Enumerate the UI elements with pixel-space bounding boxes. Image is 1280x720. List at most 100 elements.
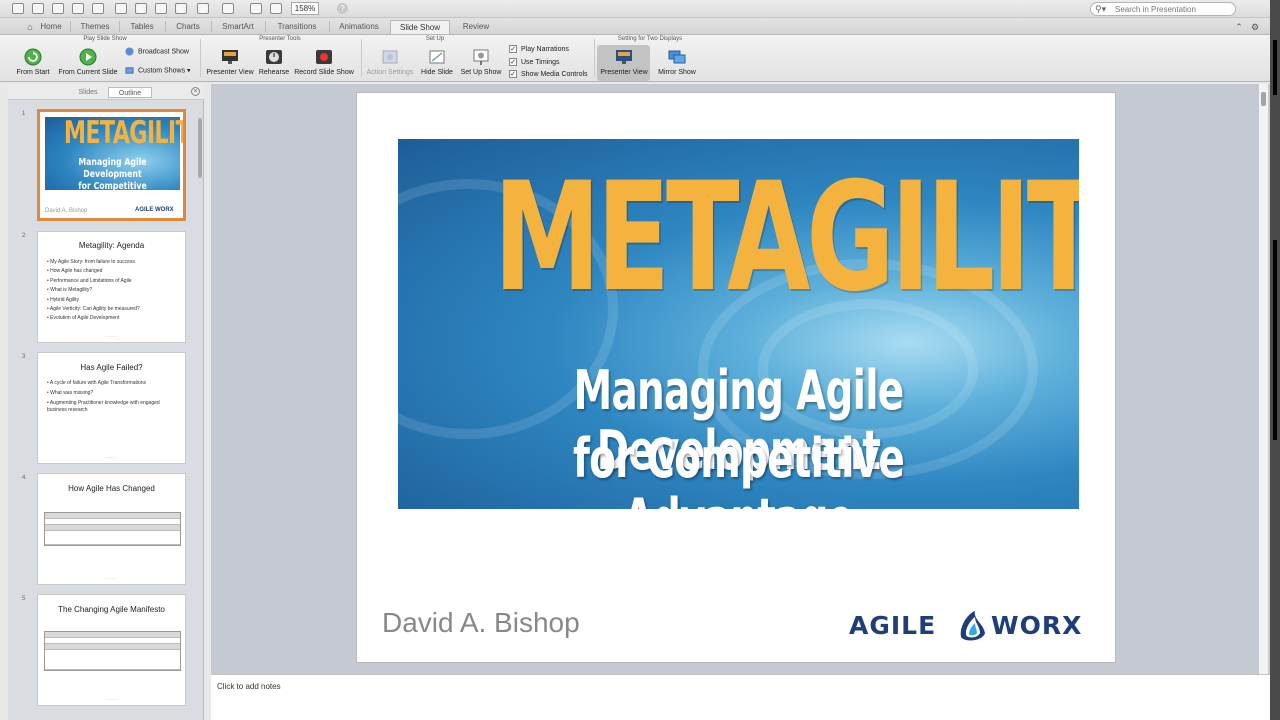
save-icon[interactable] — [72, 3, 84, 14]
sidebar-icon[interactable] — [270, 3, 282, 14]
record-icon — [316, 50, 332, 64]
undo-icon[interactable] — [197, 3, 209, 14]
panel-scrollbar[interactable] — [198, 118, 202, 178]
table-row — [45, 650, 180, 670]
rehearse-label: Rehearse — [258, 69, 290, 76]
mirror-show-button[interactable]: Mirror Show — [655, 48, 699, 76]
title-image[interactable]: METAGILITY Managing Agile Development fo… — [398, 139, 1079, 509]
tab-tables[interactable]: Tables — [124, 20, 160, 34]
slide-number: 1 — [22, 111, 26, 117]
play-narrations-checkbox[interactable]: ✓ Play Narrations — [509, 45, 569, 53]
current-slide[interactable]: METAGILITY Managing Agile Development fo… — [356, 92, 1116, 663]
tab-divider — [211, 21, 212, 32]
tab-outline[interactable]: Outline — [108, 87, 152, 98]
custom-shows-label: Custom Shows — [138, 67, 186, 75]
tab-themes[interactable]: Themes — [76, 20, 114, 34]
slide-thumbnail-2[interactable]: Metagility: Agenda My Agile Story: from … — [37, 231, 186, 343]
slide-thumbnail-4[interactable]: How Agile Has Changed ———— — [37, 473, 186, 585]
use-timings-checkbox[interactable]: ✓ Use Timings — [509, 58, 560, 66]
presenter-view-label: Presenter View — [206, 69, 254, 76]
group-label-two-displays: Setting for Two Displays — [617, 36, 683, 42]
print-icon[interactable] — [92, 3, 104, 14]
tab-divider — [70, 21, 71, 32]
set-up-show-label: Set Up Show — [460, 69, 502, 76]
tab-animations[interactable]: Animations — [334, 20, 384, 34]
notes-pane[interactable]: Click to add notes — [211, 674, 1270, 720]
presenter-view-button[interactable]: Presenter View — [205, 48, 255, 76]
author-name[interactable]: David A. Bishop — [382, 607, 580, 639]
slide-thumbnail-1[interactable]: METAGILITY Managing Agile Developmentfor… — [37, 109, 186, 221]
zoom-field[interactable]: 158% — [291, 2, 319, 15]
slide-scrollbar[interactable] — [1259, 84, 1268, 674]
group-label-play: Play Slide Show — [83, 36, 127, 42]
tab-slide-show[interactable]: Slide Show — [390, 20, 450, 34]
show-media-controls-checkbox[interactable]: ✓ Show Media Controls — [509, 70, 588, 78]
standard-toolbar: 158% ? ⚲▾ — [0, 0, 1270, 18]
format-painter-icon[interactable] — [175, 3, 187, 14]
thumbnail-title: METAGILITY — [63, 115, 183, 151]
slide-title: METAGILITY — [493, 151, 1079, 325]
search-box[interactable]: ⚲▾ — [1090, 2, 1236, 16]
group-divider — [200, 39, 201, 77]
new-icon[interactable] — [12, 3, 24, 14]
stopwatch-icon — [266, 50, 282, 64]
slide-thumbnail-5[interactable]: The Changing Agile Manifesto ———— — [37, 594, 186, 706]
group-divider — [594, 39, 595, 77]
from-start-button[interactable]: From Start — [15, 48, 51, 76]
slide-subtitle-line2: for Competitive Advantage — [572, 427, 905, 510]
templates-icon[interactable] — [32, 3, 44, 14]
rehearse-button[interactable]: Rehearse — [258, 48, 290, 76]
close-panel-icon[interactable]: × — [191, 87, 200, 96]
group-label-setup: Set Up — [425, 36, 445, 42]
agileworx-logo[interactable]: AGILE WORX — [849, 609, 1096, 645]
from-start-label: From Start — [16, 69, 50, 76]
record-slide-show-label: Record Slide Show — [294, 69, 354, 76]
edge-bar — [1273, 40, 1277, 95]
from-current-slide-button[interactable]: From Current Slide — [57, 48, 119, 76]
action-settings-icon — [382, 50, 398, 64]
open-icon[interactable] — [52, 3, 64, 14]
slide-thumbnail-3[interactable]: Has Agile Failed? A cycle of failure wit… — [37, 352, 186, 464]
thumbnail-hero-image: METAGILITY Managing Agile Developmentfor… — [45, 115, 183, 204]
search-input[interactable] — [1115, 3, 1231, 15]
slide-number: 3 — [22, 354, 26, 360]
action-settings-button[interactable]: Action Settings — [365, 48, 415, 76]
broadcast-show-button[interactable]: Broadcast Show — [125, 47, 189, 56]
tab-charts[interactable]: Charts — [170, 20, 206, 34]
tab-transitions[interactable]: Transitions — [270, 20, 324, 34]
thumbnail-bullets: A cycle of failure with Agile Transforma… — [47, 380, 179, 414]
play-narrations-label: Play Narrations — [521, 45, 569, 53]
set-up-show-button[interactable]: Set Up Show — [459, 48, 503, 76]
custom-shows-button[interactable]: Custom Shows ▾ — [125, 66, 191, 75]
cut-icon[interactable] — [115, 3, 127, 14]
show-media-controls-label: Show Media Controls — [521, 70, 588, 78]
thumbnail-title: Metagility: Agenda — [78, 241, 145, 250]
tab-slides[interactable]: Slides — [66, 87, 110, 98]
presenter-view-display-label: Presenter View — [600, 69, 648, 76]
thumbnail-title: The Changing Agile Manifesto — [58, 605, 165, 614]
thumbnail-title: Has Agile Failed? — [80, 363, 143, 372]
thumbnail-list[interactable]: 1 METAGILITY Managing Agile Developmentf… — [8, 100, 204, 720]
help-icon[interactable]: ? — [337, 3, 348, 14]
tab-home[interactable]: Home — [36, 20, 66, 34]
dropdown-arrow-icon: ▾ — [185, 67, 191, 75]
presenter-view-display-button[interactable]: Presenter View — [599, 48, 649, 76]
redo-icon[interactable] — [222, 3, 234, 14]
tab-smartart[interactable]: SmartArt — [216, 20, 260, 34]
tab-review[interactable]: Review — [456, 20, 496, 34]
scrollbar-thumb[interactable] — [1261, 92, 1266, 106]
hide-slide-button[interactable]: Hide Slide — [420, 48, 454, 76]
broadcast-show-label: Broadcast Show — [138, 48, 189, 56]
record-slide-show-button[interactable]: Record Slide Show — [293, 48, 355, 76]
collapse-ribbon-icon[interactable]: ⌃ — [1234, 20, 1244, 34]
slide-number: 4 — [22, 475, 26, 481]
ribbon-options-icon[interactable]: ⚙ — [1249, 20, 1261, 34]
slide-number: 5 — [22, 596, 26, 602]
copy-icon[interactable] — [135, 3, 147, 14]
notes-placeholder[interactable]: Click to add notes — [217, 682, 281, 691]
action-settings-label: Action Settings — [366, 69, 414, 76]
bullet-item: What was missing? — [47, 390, 179, 397]
gallery-icon[interactable] — [250, 3, 262, 14]
paste-icon[interactable] — [155, 3, 167, 14]
slide-editing-area: METAGILITY Managing Agile Development fo… — [211, 84, 1270, 674]
